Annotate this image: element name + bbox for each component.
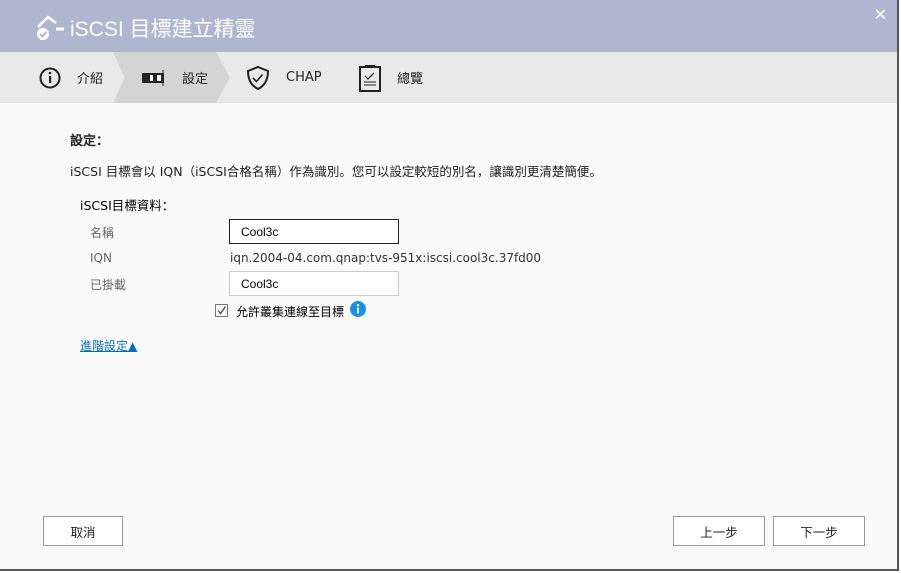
target-info-heading: iSCSI目標資料： [80,198,175,213]
description: iSCSI 目標會以 IQN（iSCSI合格名稱）作為識別。您可以設定較短的別名… [70,164,602,179]
window-title: iSCSI 目標建立精靈 [70,18,256,41]
step-summary: 總覽 [359,52,423,103]
name-input[interactable] [229,219,399,244]
settings-bar-icon [142,69,164,86]
info-tooltip-icon[interactable] [350,301,366,317]
cluster-checkbox[interactable] [215,304,228,317]
shield-check-icon [246,65,270,90]
wizard-window: iSCSI 目標建立精靈 ✕ 介紹 設定 CHAP 總覽 設定： iSCSI 目… [0,0,899,571]
clipboard-icon [359,64,381,92]
step-chap: CHAP [246,52,322,103]
advanced-settings-link[interactable]: 進階設定▲ [80,337,137,354]
close-icon[interactable]: ✕ [874,5,887,24]
iqn-value: iqn.2004-04.com.qnap:tvs-951x:iscsi.cool… [230,251,542,265]
section-heading: 設定： [70,134,110,149]
step-label: 總覽 [397,72,424,87]
alias-label: 已掛載 [90,278,127,292]
step-label: 設定 [182,72,209,87]
step-label: CHAP [286,70,322,85]
wizard-steps: 介紹 設定 CHAP 總覽 [0,52,897,103]
iqn-label: IQN [90,251,112,265]
cluster-label: 允許叢集連線至目標 [236,305,345,319]
back-button[interactable]: 上一步 [673,516,765,546]
cancel-button[interactable]: 取消 [43,516,123,546]
title-bar: iSCSI 目標建立精靈 ✕ [0,0,897,52]
info-icon [39,67,61,88]
step-intro: 介紹 [39,52,103,103]
iscsi-logo-icon [37,15,64,40]
alias-input[interactable] [229,271,399,296]
name-label: 名稱 [90,226,115,240]
settings-content: 設定： iSCSI 目標會以 IQN（iSCSI合格名稱）作為識別。您可以設定較… [70,130,602,180]
step-settings: 設定 [142,52,208,103]
step-label: 介紹 [77,72,104,87]
next-button[interactable]: 下一步 [773,516,865,546]
